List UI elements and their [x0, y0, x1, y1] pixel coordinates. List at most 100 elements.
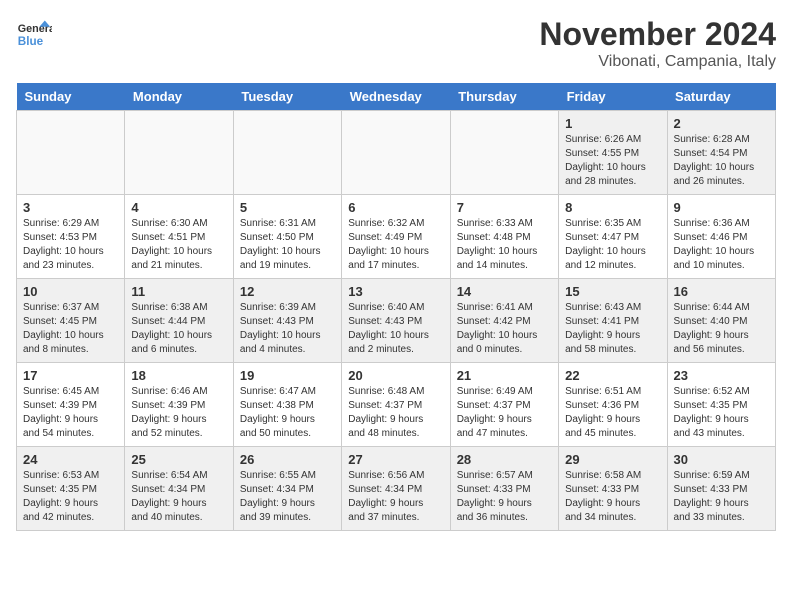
calendar-cell: 6Sunrise: 6:32 AM Sunset: 4:49 PM Daylig…: [342, 195, 450, 279]
weekday-header-saturday: Saturday: [667, 83, 775, 111]
day-info: Sunrise: 6:28 AM Sunset: 4:54 PM Dayligh…: [674, 133, 769, 189]
calendar-cell: 1Sunrise: 6:26 AM Sunset: 4:55 PM Daylig…: [559, 111, 667, 195]
day-number: 21: [457, 368, 552, 383]
calendar-cell: 27 Sunrise: 6:56 AM Sunset: 4:34 PM Dayli…: [342, 447, 450, 531]
calendar-cell: 24 Sunrise: 6:53 AM Sunset: 4:35 PM Dayli…: [17, 447, 125, 531]
day-info: Sunrise: 6:49 AM Sunset: 4:37 PM Dayligh…: [457, 385, 552, 441]
calendar-cell: 3 Sunrise: 6:29 AM Sunset: 4:53 PM Daylig…: [17, 195, 125, 279]
day-number: 18: [131, 368, 226, 383]
day-number: 20: [348, 368, 443, 383]
month-title: November 2024: [539, 16, 776, 53]
day-info: Sunrise: 6:26 AM Sunset: 4:55 PM Dayligh…: [565, 133, 660, 189]
calendar-cell: 22 Sunrise: 6:51 AM Sunset: 4:36 PM Dayli…: [559, 363, 667, 447]
calendar-cell: 9 Sunrise: 6:36 AM Sunset: 4:46 PM Daylig…: [667, 195, 775, 279]
weekday-header-thursday: Thursday: [450, 83, 558, 111]
calendar-cell: 15Sunrise: 6:43 AM Sunset: 4:41 PM Dayli…: [559, 279, 667, 363]
day-info: Sunrise: 6:33 AM Sunset: 4:48 PM Dayligh…: [457, 217, 552, 273]
day-number: 10: [23, 284, 118, 299]
calendar-cell: 17 Sunrise: 6:45 AM Sunset: 4:39 PM Dayli…: [17, 363, 125, 447]
day-info: Sunrise: 6:29 AM Sunset: 4:53 PM Dayligh…: [23, 217, 118, 273]
day-number: 11: [131, 284, 226, 299]
calendar-week-4: 17 Sunrise: 6:45 AM Sunset: 4:39 PM Dayli…: [17, 363, 776, 447]
calendar-cell: 23Sunrise: 6:52 AM Sunset: 4:35 PM Dayli…: [667, 363, 775, 447]
weekday-header-tuesday: Tuesday: [233, 83, 341, 111]
day-info: Sunrise: 6:55 AM Sunset: 4:34 PM Dayligh…: [240, 469, 335, 525]
day-number: 22: [565, 368, 660, 383]
day-info: Sunrise: 6:59 AM Sunset: 4:33 PM Dayligh…: [674, 469, 769, 525]
day-number: 7: [457, 200, 552, 215]
day-info: Sunrise: 6:46 AM Sunset: 4:39 PM Dayligh…: [131, 385, 226, 441]
day-info: Sunrise: 6:35 AM Sunset: 4:47 PM Dayligh…: [565, 217, 660, 273]
logo-icon: General Blue: [16, 16, 52, 52]
day-number: 15: [565, 284, 660, 299]
calendar-cell: 10 Sunrise: 6:37 AM Sunset: 4:45 PM Dayli…: [17, 279, 125, 363]
calendar-cell: [450, 111, 558, 195]
calendar-cell: 19 Sunrise: 6:47 AM Sunset: 4:38 PM Dayli…: [233, 363, 341, 447]
day-info: Sunrise: 6:56 AM Sunset: 4:34 PM Dayligh…: [348, 469, 443, 525]
day-number: 19: [240, 368, 335, 383]
calendar-cell: 2 Sunrise: 6:28 AM Sunset: 4:54 PM Daylig…: [667, 111, 775, 195]
location-subtitle: Vibonati, Campania, Italy: [539, 53, 776, 71]
calendar-table: SundayMondayTuesdayWednesdayThursdayFrid…: [16, 83, 776, 531]
day-info: Sunrise: 6:41 AM Sunset: 4:42 PM Dayligh…: [457, 301, 552, 357]
day-info: Sunrise: 6:32 AM Sunset: 4:49 PM Dayligh…: [348, 217, 443, 273]
calendar-cell: 13Sunrise: 6:40 AM Sunset: 4:43 PM Dayli…: [342, 279, 450, 363]
day-number: 28: [457, 452, 552, 467]
day-info: Sunrise: 6:36 AM Sunset: 4:46 PM Dayligh…: [674, 217, 769, 273]
day-info: Sunrise: 6:45 AM Sunset: 4:39 PM Dayligh…: [23, 385, 118, 441]
calendar-week-2: 3 Sunrise: 6:29 AM Sunset: 4:53 PM Daylig…: [17, 195, 776, 279]
day-number: 24: [23, 452, 118, 467]
day-number: 23: [674, 368, 769, 383]
day-number: 25: [131, 452, 226, 467]
day-number: 9: [674, 200, 769, 215]
day-number: 17: [23, 368, 118, 383]
day-number: 13: [348, 284, 443, 299]
page-header: General Blue November 2024 Vibonati, Cam…: [16, 16, 776, 71]
day-info: Sunrise: 6:51 AM Sunset: 4:36 PM Dayligh…: [565, 385, 660, 441]
day-info: Sunrise: 6:38 AM Sunset: 4:44 PM Dayligh…: [131, 301, 226, 357]
calendar-cell: 26 Sunrise: 6:55 AM Sunset: 4:34 PM Dayli…: [233, 447, 341, 531]
day-info: Sunrise: 6:30 AM Sunset: 4:51 PM Dayligh…: [131, 217, 226, 273]
day-info: Sunrise: 6:31 AM Sunset: 4:50 PM Dayligh…: [240, 217, 335, 273]
calendar-cell: 25 Sunrise: 6:54 AM Sunset: 4:34 PM Dayli…: [125, 447, 233, 531]
day-number: 16: [674, 284, 769, 299]
day-number: 27: [348, 452, 443, 467]
calendar-cell: 20 Sunrise: 6:48 AM Sunset: 4:37 PM Dayli…: [342, 363, 450, 447]
day-info: Sunrise: 6:58 AM Sunset: 4:33 PM Dayligh…: [565, 469, 660, 525]
day-info: Sunrise: 6:53 AM Sunset: 4:35 PM Dayligh…: [23, 469, 118, 525]
day-number: 2: [674, 116, 769, 131]
calendar-cell: 4 Sunrise: 6:30 AM Sunset: 4:51 PM Daylig…: [125, 195, 233, 279]
weekday-header-monday: Monday: [125, 83, 233, 111]
day-info: Sunrise: 6:48 AM Sunset: 4:37 PM Dayligh…: [348, 385, 443, 441]
calendar-cell: 29 Sunrise: 6:58 AM Sunset: 4:33 PM Dayli…: [559, 447, 667, 531]
weekday-header-wednesday: Wednesday: [342, 83, 450, 111]
calendar-cell: 12 Sunrise: 6:39 AM Sunset: 4:43 PM Dayli…: [233, 279, 341, 363]
calendar-cell: 18 Sunrise: 6:46 AM Sunset: 4:39 PM Dayli…: [125, 363, 233, 447]
weekday-header-friday: Friday: [559, 83, 667, 111]
calendar-cell: [125, 111, 233, 195]
day-number: 30: [674, 452, 769, 467]
calendar-cell: 28 Sunrise: 6:57 AM Sunset: 4:33 PM Dayli…: [450, 447, 558, 531]
calendar-cell: [342, 111, 450, 195]
day-number: 3: [23, 200, 118, 215]
day-number: 26: [240, 452, 335, 467]
calendar-cell: [17, 111, 125, 195]
day-number: 4: [131, 200, 226, 215]
weekday-header-sunday: Sunday: [17, 83, 125, 111]
day-number: 14: [457, 284, 552, 299]
day-number: 29: [565, 452, 660, 467]
svg-text:Blue: Blue: [18, 35, 44, 48]
calendar-cell: 8Sunrise: 6:35 AM Sunset: 4:47 PM Daylig…: [559, 195, 667, 279]
day-number: 12: [240, 284, 335, 299]
weekday-header-row: SundayMondayTuesdayWednesdayThursdayFrid…: [17, 83, 776, 111]
day-info: Sunrise: 6:54 AM Sunset: 4:34 PM Dayligh…: [131, 469, 226, 525]
day-info: Sunrise: 6:57 AM Sunset: 4:33 PM Dayligh…: [457, 469, 552, 525]
calendar-cell: 16Sunrise: 6:44 AM Sunset: 4:40 PM Dayli…: [667, 279, 775, 363]
day-info: Sunrise: 6:39 AM Sunset: 4:43 PM Dayligh…: [240, 301, 335, 357]
day-number: 5: [240, 200, 335, 215]
calendar-cell: 21 Sunrise: 6:49 AM Sunset: 4:37 PM Dayli…: [450, 363, 558, 447]
day-info: Sunrise: 6:37 AM Sunset: 4:45 PM Dayligh…: [23, 301, 118, 357]
calendar-cell: 14 Sunrise: 6:41 AM Sunset: 4:42 PM Dayli…: [450, 279, 558, 363]
day-info: Sunrise: 6:47 AM Sunset: 4:38 PM Dayligh…: [240, 385, 335, 441]
calendar-cell: 7 Sunrise: 6:33 AM Sunset: 4:48 PM Daylig…: [450, 195, 558, 279]
